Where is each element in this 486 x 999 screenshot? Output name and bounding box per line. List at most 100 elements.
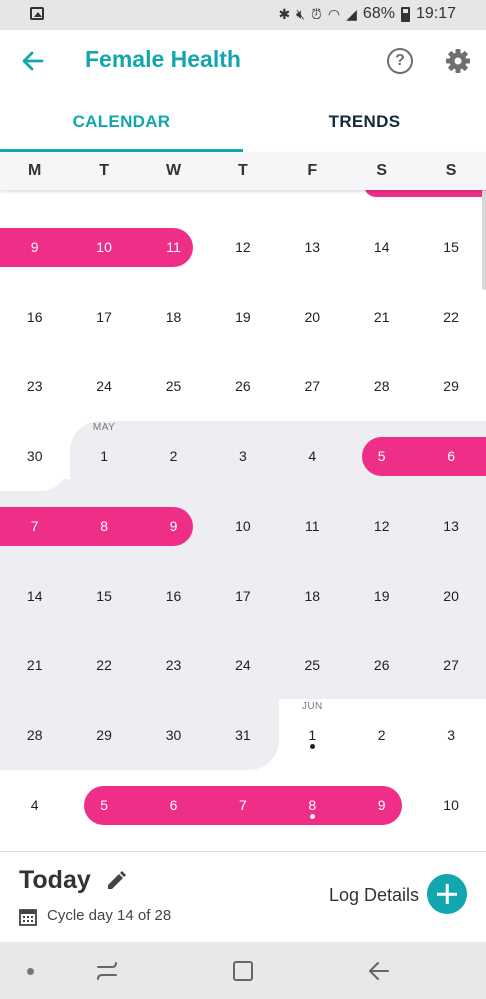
logged-day-dot xyxy=(310,814,315,819)
log-details-label[interactable]: Log Details xyxy=(329,885,419,906)
tab-trends[interactable]: TRENDS xyxy=(243,92,486,152)
nav-dot-icon[interactable] xyxy=(27,968,34,975)
day-cell[interactable]: 30 xyxy=(139,723,208,747)
day-cell[interactable]: 6 xyxy=(139,793,208,817)
calendar-grid[interactable]: MAY JUN 9 10 11 12 13 14 15 16 17 18 19 … xyxy=(0,190,486,850)
day-cell[interactable]: 25 xyxy=(278,653,347,677)
scrollbar[interactable] xyxy=(482,190,486,290)
day-cell[interactable]: 19 xyxy=(347,584,416,608)
day-cell[interactable]: 13 xyxy=(416,514,485,538)
day-cell[interactable]: 18 xyxy=(139,305,208,329)
battery-percent: 68% xyxy=(362,5,395,22)
day-cell[interactable]: 18 xyxy=(278,584,347,608)
alarm-icon: ⏰︎ xyxy=(311,5,322,22)
cycle-day-text: Cycle day 14 of 28 xyxy=(47,907,172,924)
day-cell[interactable]: 17 xyxy=(208,584,277,608)
day-cell[interactable]: 23 xyxy=(0,374,69,398)
day-cell[interactable]: 2 xyxy=(347,723,416,747)
day-cell[interactable]: 20 xyxy=(278,305,347,329)
weekday-label: W xyxy=(165,162,182,179)
day-cell[interactable]: 27 xyxy=(278,374,347,398)
weekday-label: F xyxy=(307,162,318,179)
month-label-jun: JUN xyxy=(301,701,323,712)
back-icon[interactable] xyxy=(365,956,395,986)
day-cell[interactable]: 30 xyxy=(0,444,69,468)
day-cell[interactable]: 25 xyxy=(139,374,208,398)
day-cell[interactable]: 6 xyxy=(416,444,485,468)
gear-icon[interactable] xyxy=(443,46,473,76)
system-nav-bar xyxy=(0,942,486,999)
day-cell[interactable]: 7 xyxy=(0,514,69,538)
wifi-icon: ◠ xyxy=(327,5,341,22)
day-cell[interactable]: 9 xyxy=(139,514,208,538)
day-cell[interactable]: 15 xyxy=(416,235,485,259)
weekday-label: T xyxy=(99,162,109,179)
day-cell[interactable]: 9 xyxy=(347,793,416,817)
day-cell[interactable]: 16 xyxy=(0,305,69,329)
day-cell[interactable]: 4 xyxy=(278,444,347,468)
day-cell[interactable]: 14 xyxy=(347,235,416,259)
today-title: Today xyxy=(19,866,91,894)
recents-icon[interactable] xyxy=(92,956,122,986)
weekday-label: S xyxy=(376,162,388,179)
battery-icon xyxy=(400,6,410,22)
day-cell[interactable]: 1 xyxy=(69,444,138,468)
day-cell[interactable]: 22 xyxy=(416,305,485,329)
today-panel: Today Cycle day 14 of 28 Log Details xyxy=(0,851,486,942)
day-cell[interactable]: 21 xyxy=(0,653,69,677)
day-cell[interactable]: 15 xyxy=(69,584,138,608)
day-cell[interactable]: 12 xyxy=(208,235,277,259)
period-indicator xyxy=(364,190,486,197)
home-icon[interactable] xyxy=(229,956,259,986)
day-cell[interactable]: 27 xyxy=(416,653,485,677)
day-cell[interactable]: 16 xyxy=(139,584,208,608)
day-cell[interactable]: 10 xyxy=(416,793,485,817)
day-cell[interactable]: 2 xyxy=(139,444,208,468)
day-cell[interactable]: 10 xyxy=(208,514,277,538)
day-cell[interactable]: 5 xyxy=(347,444,416,468)
day-cell[interactable]: 26 xyxy=(208,374,277,398)
day-cell[interactable]: 3 xyxy=(416,723,485,747)
pencil-icon[interactable] xyxy=(105,870,127,892)
tab-bar: CALENDAR TRENDS xyxy=(0,92,486,152)
day-cell[interactable]: 20 xyxy=(416,584,485,608)
day-cell[interactable]: 19 xyxy=(208,305,277,329)
day-cell[interactable]: 28 xyxy=(347,374,416,398)
weekday-label: M xyxy=(28,162,42,179)
help-icon[interactable]: ? xyxy=(387,48,413,74)
clock: 19:17 xyxy=(415,5,456,22)
day-cell[interactable]: 4 xyxy=(0,793,69,817)
day-cell[interactable]: 13 xyxy=(278,235,347,259)
day-cell[interactable]: 22 xyxy=(69,653,138,677)
plus-icon[interactable] xyxy=(427,874,467,914)
day-cell[interactable]: 7 xyxy=(208,793,277,817)
day-cell[interactable]: 11 xyxy=(278,514,347,538)
bluetooth-icon: ✱ xyxy=(278,5,291,22)
day-cell[interactable]: 24 xyxy=(208,653,277,677)
day-cell[interactable]: 17 xyxy=(69,305,138,329)
day-cell[interactable]: 11 xyxy=(139,235,208,259)
day-cell[interactable]: 28 xyxy=(0,723,69,747)
day-cell[interactable]: 31 xyxy=(208,723,277,747)
weekday-header: M T W T F S S xyxy=(0,152,486,190)
day-cell[interactable]: 3 xyxy=(208,444,277,468)
day-cell[interactable]: 26 xyxy=(347,653,416,677)
day-cell[interactable]: 5 xyxy=(69,793,138,817)
signal-icon: ◢ xyxy=(346,5,357,22)
mute-icon: 🔇︎ xyxy=(296,5,305,22)
day-cell[interactable]: 9 xyxy=(0,235,69,259)
tab-calendar[interactable]: CALENDAR xyxy=(0,92,243,152)
day-cell[interactable]: 29 xyxy=(416,374,485,398)
day-cell[interactable]: 14 xyxy=(0,584,69,608)
day-cell[interactable]: 24 xyxy=(69,374,138,398)
calendar-icon xyxy=(19,908,37,926)
day-cell[interactable]: 21 xyxy=(347,305,416,329)
day-cell[interactable]: 29 xyxy=(69,723,138,747)
day-cell[interactable]: 23 xyxy=(139,653,208,677)
back-arrow-icon[interactable] xyxy=(18,46,48,76)
app-bar: Female Health ? xyxy=(0,30,486,92)
day-cell[interactable]: 10 xyxy=(69,235,138,259)
day-cell[interactable]: 12 xyxy=(347,514,416,538)
day-cell[interactable]: 8 xyxy=(69,514,138,538)
status-bar: ✱ 🔇︎ ⏰︎ ◠ ◢ 68% 19:17 xyxy=(0,0,486,30)
